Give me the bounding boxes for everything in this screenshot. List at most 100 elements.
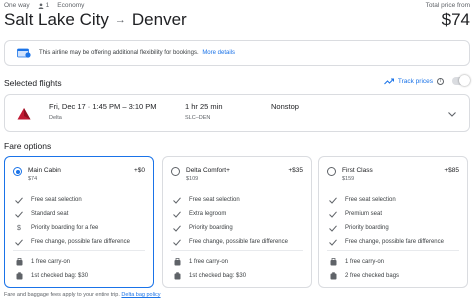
checked-bag-icon <box>15 272 23 280</box>
fare-divider <box>13 250 145 251</box>
fare-baggage-text: 2 free checked bags <box>345 273 400 279</box>
check-icon <box>173 224 181 232</box>
fare-feature-text: Free change, possible fare difference <box>31 239 130 245</box>
check-icon <box>329 196 337 204</box>
check-icon <box>15 196 23 204</box>
check-icon <box>329 224 337 232</box>
fare-price: $159 <box>342 176 355 182</box>
fare-card-main-cabin[interactable]: Main Cabin $74 +$0 Free seat selection Stand… <box>4 156 154 288</box>
arrow-right-icon: → <box>114 14 126 26</box>
footer-text: Fare and baggage fees apply to your enti… <box>4 292 120 298</box>
fare-feature: Free seat selection <box>5 193 153 207</box>
bag-policy-link[interactable]: Delta bag policy <box>121 292 160 298</box>
baggage-footer: Fare and baggage fees apply to your enti… <box>4 292 161 298</box>
carry-on-icon <box>329 258 337 266</box>
cabin-class: Economy <box>57 2 85 9</box>
calendar-flex-icon <box>17 48 31 58</box>
fare-feature-text: Free seat selection <box>345 197 396 203</box>
fare-feature: Free seat selection <box>163 193 311 207</box>
selected-flights-title: Selected flights <box>4 78 62 88</box>
fare-feature: Free change, possible fare difference <box>319 235 467 249</box>
fare-radio[interactable] <box>171 167 180 176</box>
fare-feature: Free change, possible fare difference <box>5 235 153 249</box>
fare-feature: Priority boarding <box>163 221 311 235</box>
trip-summary: One way 1 Economy <box>4 2 84 9</box>
fare-baggage-text: 1st checked bag: $30 <box>31 273 89 279</box>
fare-price-difference: +$35 <box>288 167 303 174</box>
fare-feature: $ Priority boarding for a fee <box>5 221 153 235</box>
fare-divider <box>327 250 459 251</box>
person-icon <box>38 2 44 9</box>
check-icon <box>15 210 23 218</box>
fare-feature-text: Free seat selection <box>31 197 82 203</box>
fare-baggage-text: 1st checked bag: $30 <box>189 273 247 279</box>
help-icon[interactable]: i <box>437 77 444 85</box>
fare-name: Main Cabin <box>28 167 61 174</box>
total-price-label: Total price from <box>425 2 470 9</box>
notice-text: This airline may be offering additional … <box>39 50 235 56</box>
fare-radio[interactable] <box>327 167 336 176</box>
carry-on-icon <box>15 258 23 266</box>
fare-feature-text: Premium seat <box>345 211 383 217</box>
track-prices-toggle[interactable] <box>452 75 470 86</box>
track-prices: Track prices i <box>383 75 470 86</box>
fare-feature-text: Free change, possible fare difference <box>345 239 444 245</box>
fare-card-delta-comfort[interactable]: Delta Comfort+ $109 +$35 Free seat selectio… <box>162 156 312 288</box>
flight-stops: Nonstop <box>271 102 299 111</box>
more-details-link[interactable]: More details <box>202 50 235 56</box>
fare-feature: Free change, possible fare difference <box>163 235 311 249</box>
fare-baggage-text: 1 free carry-on <box>189 259 229 265</box>
fare-options-title: Fare options <box>4 141 52 151</box>
flight-times: Fri, Dec 17 · 1:45 PM – 3:10 PM <box>49 102 157 111</box>
fare-radio[interactable] <box>13 167 22 176</box>
check-icon <box>329 210 337 218</box>
route-title: Salt Lake City → Denver <box>4 10 187 30</box>
fare-feature-text: Free change, possible fare difference <box>189 239 288 245</box>
passenger-count: 1 <box>38 2 50 9</box>
notice-message: This airline may be offering additional … <box>39 50 199 56</box>
fare-name: First Class <box>342 167 373 174</box>
fare-feature-text: Free seat selection <box>189 197 240 203</box>
passenger-number: 1 <box>45 2 50 9</box>
total-price: $74 <box>441 10 470 29</box>
track-prices-label: Track prices <box>397 77 433 85</box>
fare-price: $74 <box>28 176 38 182</box>
expand-flight-button[interactable] <box>443 105 461 123</box>
airline-name: Delta <box>49 115 62 121</box>
trend-icon <box>383 78 394 84</box>
fare-baggage: 1 free carry-on <box>5 255 153 269</box>
fare-baggage: 1st checked bag: $30 <box>5 269 153 283</box>
fare-baggage-text: 1 free carry-on <box>345 259 385 265</box>
fare-feature: Priority boarding <box>319 221 467 235</box>
fare-card-first-class[interactable]: First Class $159 +$85 Free seat selection Pr… <box>318 156 468 288</box>
fare-baggage: 1 free carry-on <box>319 255 467 269</box>
destination-city: Denver <box>131 10 187 29</box>
fare-price-difference: +$0 <box>133 167 145 174</box>
dollar-icon: $ <box>17 224 21 232</box>
flight-duration: 1 hr 25 min <box>185 102 223 111</box>
fare-feature: Extra legroom <box>163 207 311 221</box>
fare-price: $109 <box>186 176 199 182</box>
flight-airports: SLC–DEN <box>185 115 211 121</box>
fare-feature-text: Priority boarding <box>345 225 389 231</box>
fare-baggage-text: 1 free carry-on <box>31 259 71 265</box>
fare-feature-text: Standard seat <box>31 211 69 217</box>
check-icon <box>15 238 23 246</box>
fare-feature-text: Priority boarding for a fee <box>31 225 99 231</box>
check-icon <box>173 238 181 246</box>
delta-logo-icon <box>17 108 31 120</box>
chevron-down-icon <box>448 111 456 117</box>
fare-price-difference: +$85 <box>444 167 459 174</box>
checked-bag-icon <box>173 272 181 280</box>
fare-baggage: 1 free carry-on <box>163 255 311 269</box>
fare-name: Delta Comfort+ <box>186 167 230 174</box>
carry-on-icon <box>173 258 181 266</box>
fare-feature: Premium seat <box>319 207 467 221</box>
fare-feature-text: Priority boarding <box>189 225 233 231</box>
selected-flight-card[interactable]: Fri, Dec 17 · 1:45 PM – 3:10 PM Delta 1 … <box>4 94 470 132</box>
origin-city: Salt Lake City <box>4 10 109 29</box>
fare-feature: Standard seat <box>5 207 153 221</box>
fare-feature-text: Extra legroom <box>189 211 227 217</box>
check-icon <box>173 210 181 218</box>
fare-baggage: 1st checked bag: $30 <box>163 269 311 283</box>
